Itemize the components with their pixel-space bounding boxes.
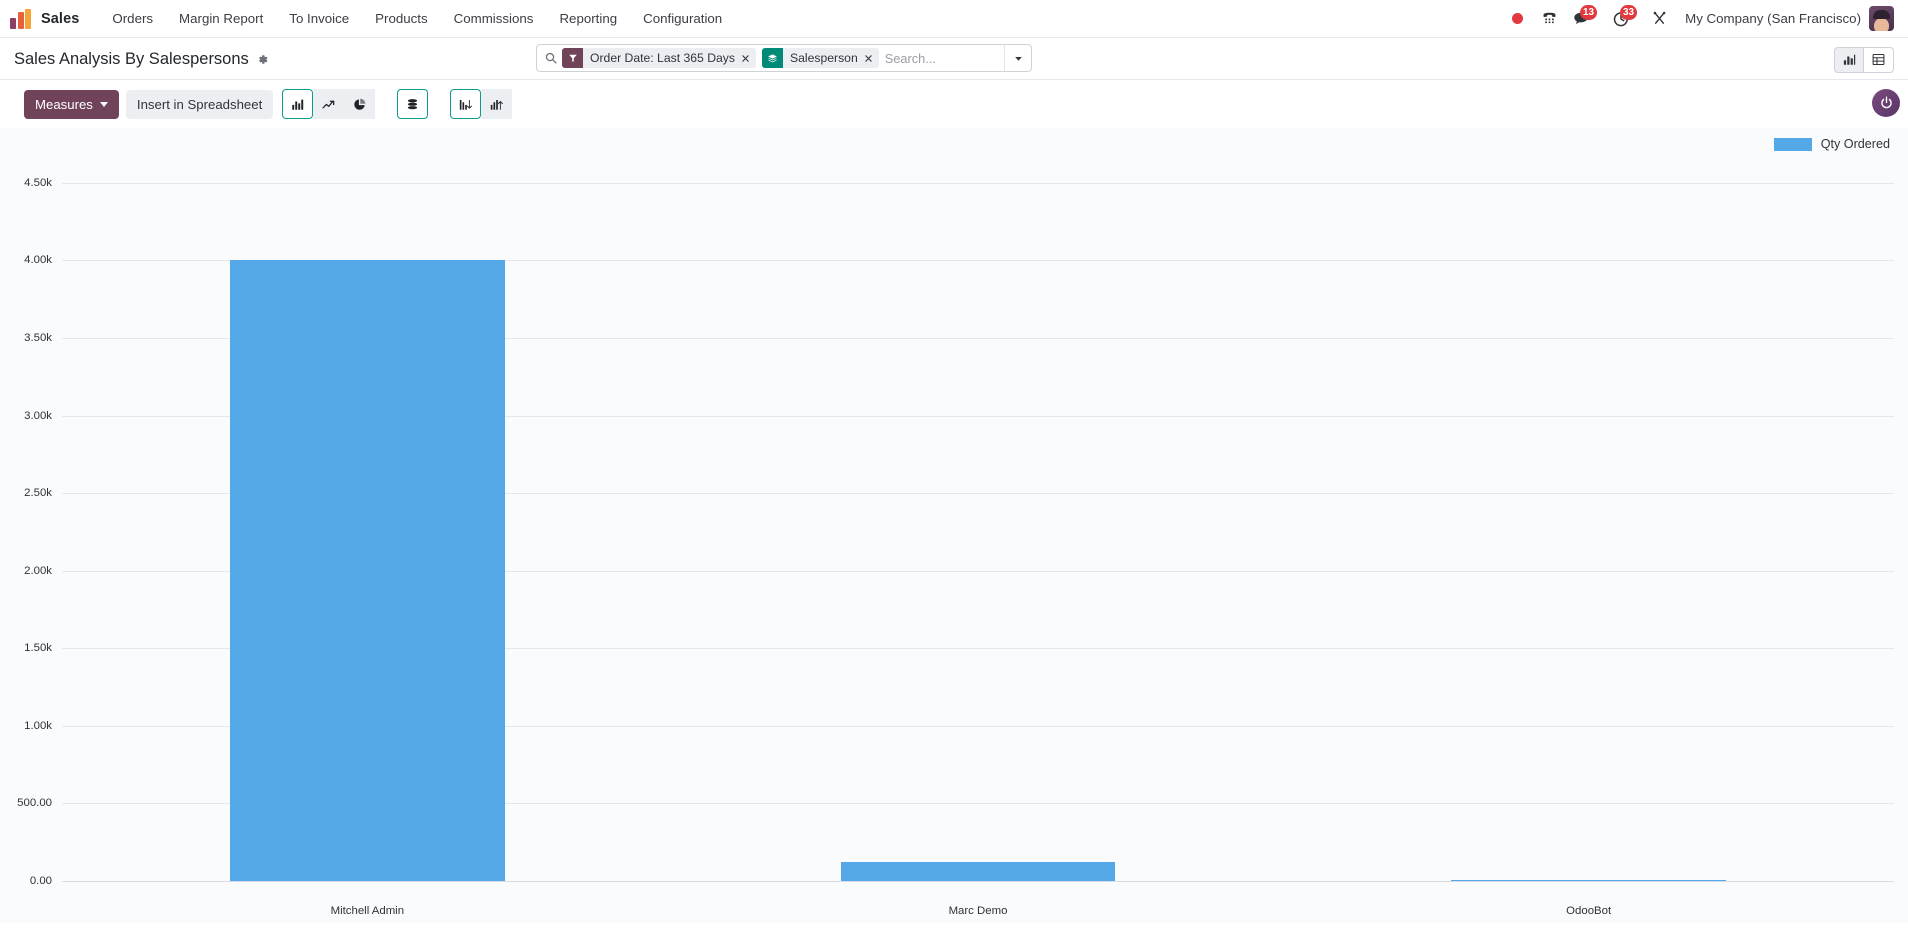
search-facets: Order Date: Last 365 Days Salesperson xyxy=(562,48,879,68)
view-pivot-button[interactable] xyxy=(1864,46,1894,73)
bar-chart-icon[interactable] xyxy=(282,89,314,119)
company-switcher[interactable]: My Company (San Francisco) xyxy=(1685,11,1861,26)
y-axis-tick-label: 500.00 xyxy=(17,797,52,810)
menu-item-reporting[interactable]: Reporting xyxy=(546,3,630,34)
y-axis-tick-label: 4.50k xyxy=(24,176,52,189)
y-axis-tick-label: 2.00k xyxy=(24,564,52,577)
y-axis-tick-label: 1.00k xyxy=(24,719,52,732)
filter-funnel-icon xyxy=(562,48,583,68)
chart-type-group xyxy=(282,89,376,119)
control-panel: Sales Analysis By Salespersons Order Dat… xyxy=(0,38,1908,80)
systray: 13 33 My Company (San Francisco) xyxy=(1501,2,1894,36)
facet-label-order-date: Order Date: Last 365 Days xyxy=(590,51,735,65)
view-graph-button[interactable] xyxy=(1834,46,1864,73)
facet-remove-order-date[interactable] xyxy=(740,48,756,68)
menu-item-to-invoice[interactable]: To Invoice xyxy=(276,3,362,34)
caret-down-icon xyxy=(99,101,108,107)
facet-label-salesperson: Salesperson xyxy=(789,51,858,65)
odoo-assistant-icon[interactable] xyxy=(1872,89,1900,117)
insert-in-spreadsheet-button[interactable]: Insert in Spreadsheet xyxy=(125,89,274,119)
dialpad-phone-icon[interactable] xyxy=(1533,2,1565,36)
record-dot-icon[interactable] xyxy=(1501,2,1533,36)
x-axis-tick-label: OdooBot xyxy=(1566,905,1612,917)
y-axis-tick-label: 1.50k xyxy=(24,642,52,655)
legend-swatch-qty-ordered xyxy=(1773,137,1812,151)
scissors-icon[interactable] xyxy=(1643,2,1675,36)
page-title: Sales Analysis By Salespersons xyxy=(14,50,249,68)
chart-bar[interactable] xyxy=(840,861,1116,881)
menu-item-commissions[interactable]: Commissions xyxy=(441,3,547,34)
x-axis-tick-label: Marc Demo xyxy=(948,905,1008,917)
chart-legend: Qty Ordered xyxy=(1773,137,1890,151)
graph-toolbar: Measures Insert in Spreadsheet xyxy=(0,80,1908,128)
search-input[interactable] xyxy=(878,50,1004,66)
user-avatar[interactable] xyxy=(1869,6,1894,31)
top-navbar: Sales Orders Margin Report To Invoice Pr… xyxy=(0,0,1908,38)
stacked-bars-icon[interactable] xyxy=(397,89,429,119)
x-axis-tick-label: Mitchell Admin xyxy=(330,905,405,917)
menu-item-orders[interactable]: Orders xyxy=(99,3,166,34)
legend-label-qty-ordered: Qty Ordered xyxy=(1820,137,1890,151)
chart-gridline xyxy=(62,182,1894,184)
group-layers-icon xyxy=(761,48,783,68)
facet-salesperson[interactable]: Salesperson xyxy=(761,48,879,68)
pie-chart-icon[interactable] xyxy=(344,89,376,119)
y-axis-tick-label: 3.00k xyxy=(24,409,52,422)
y-axis-tick-label: 0.00 xyxy=(29,875,52,887)
magnifier-icon xyxy=(544,51,558,65)
menu-item-margin-report[interactable]: Margin Report xyxy=(166,3,276,34)
y-axis-tick-label: 2.50k xyxy=(24,487,52,500)
app-name-sales[interactable]: Sales xyxy=(41,11,79,27)
stack-group xyxy=(397,89,429,119)
odoo-logo-icon[interactable] xyxy=(10,8,32,29)
menu-item-products[interactable]: Products xyxy=(362,3,440,34)
activities-counter[interactable]: 33 xyxy=(1605,2,1638,36)
sort-descending-icon[interactable] xyxy=(450,89,482,119)
view-switcher xyxy=(1834,46,1894,73)
sort-ascending-icon[interactable] xyxy=(481,89,513,119)
y-axis-tick-label: 3.50k xyxy=(24,331,52,344)
measures-button[interactable]: Measures xyxy=(24,89,119,119)
y-axis-tick-label: 4.00k xyxy=(24,254,52,267)
line-chart-icon[interactable] xyxy=(313,89,345,119)
breadcrumb: Sales Analysis By Salespersons xyxy=(14,50,269,69)
measures-label: Measures xyxy=(35,96,93,112)
x-axis-line xyxy=(62,881,1894,882)
activities-badge: 33 xyxy=(1620,4,1638,20)
sort-group xyxy=(450,89,513,119)
menu-item-configuration[interactable]: Configuration xyxy=(630,3,735,34)
chart-bar[interactable] xyxy=(229,260,505,881)
graph-view: Qty Ordered 0.00 500.00 1.00k 1.50k 2.00k 2.5… xyxy=(0,128,1908,923)
messages-badge: 13 xyxy=(1580,4,1598,20)
messages-counter[interactable]: 13 xyxy=(1565,2,1598,36)
search-view[interactable]: Order Date: Last 365 Days Salesperson Se… xyxy=(536,44,1032,72)
facet-remove-salesperson[interactable] xyxy=(863,48,879,68)
gear-icon[interactable] xyxy=(256,53,269,66)
facet-order-date[interactable]: Order Date: Last 365 Days xyxy=(562,48,756,68)
main-menu: Orders Margin Report To Invoice Products… xyxy=(99,3,735,34)
chart-plot-area[interactable]: 0.00 500.00 1.00k 1.50k 2.00k 2.50k 3.00k 3.50k… xyxy=(0,128,1908,923)
search-dropdown-toggle[interactable] xyxy=(1004,45,1031,71)
